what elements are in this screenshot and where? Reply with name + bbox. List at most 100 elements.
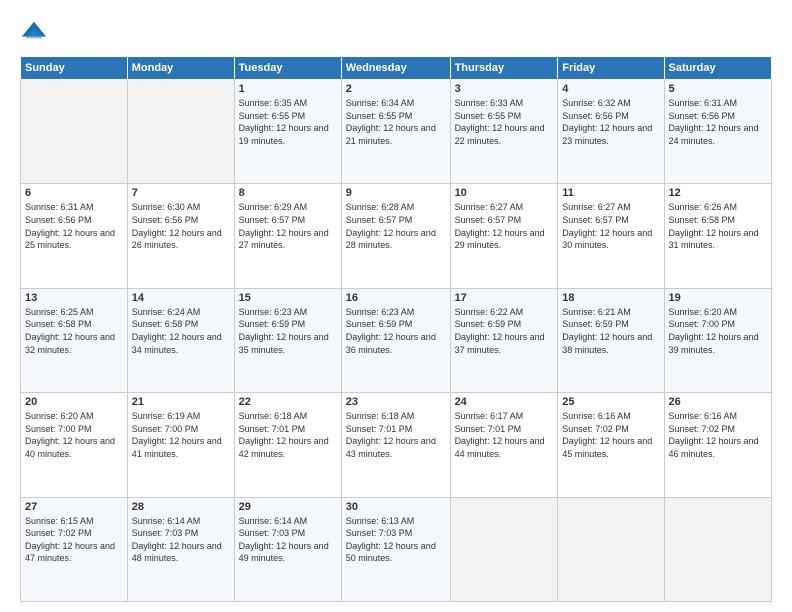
day-number: 13 xyxy=(25,292,123,304)
calendar-cell: 13Sunrise: 6:25 AM Sunset: 6:58 PM Dayli… xyxy=(21,288,128,392)
day-number: 12 xyxy=(669,187,767,199)
day-number: 21 xyxy=(132,396,230,408)
day-info: Sunrise: 6:27 AM Sunset: 6:57 PM Dayligh… xyxy=(455,201,554,251)
day-info: Sunrise: 6:26 AM Sunset: 6:58 PM Dayligh… xyxy=(669,201,767,251)
calendar-cell xyxy=(558,497,664,601)
calendar-cell: 20 Sunrise: 6:20 AM Sunset: 7:00 PM Dayli… xyxy=(21,393,128,497)
calendar-cell: 12 Sunrise: 6:26 AM Sunset: 6:58 PM Dayli… xyxy=(664,184,771,288)
day-number: 29 xyxy=(239,501,337,513)
logo-icon xyxy=(20,18,48,46)
day-info: Sunrise: 6:30 AM Sunset: 6:56 PM Dayligh… xyxy=(132,201,230,251)
day-info: Sunrise: 6:34 AM Sunset: 6:55 PM Dayligh… xyxy=(346,97,446,147)
calendar-cell: 2 Sunrise: 6:34 AM Sunset: 6:55 PM Daylig… xyxy=(341,80,450,184)
day-info: Sunrise: 6:16 AM Sunset: 7:02 PM Dayligh… xyxy=(669,410,767,460)
day-number: 6 xyxy=(25,187,123,199)
calendar-cell: 16 Sunrise: 6:23 AM Sunset: 6:59 PM Dayli… xyxy=(341,288,450,392)
header-cell-monday: Monday xyxy=(127,57,234,80)
header-cell-sunday: Sunday xyxy=(21,57,128,80)
calendar-cell: 30Sunrise: 6:13 AM Sunset: 7:03 PM Dayli… xyxy=(341,497,450,601)
day-number: 5 xyxy=(669,83,767,95)
calendar-cell: 21 Sunrise: 6:19 AM Sunset: 7:00 PM Dayli… xyxy=(127,393,234,497)
calendar-cell: 9 Sunrise: 6:28 AM Sunset: 6:57 PM Daylig… xyxy=(341,184,450,288)
header-cell-friday: Friday xyxy=(558,57,664,80)
day-number: 18 xyxy=(562,292,659,304)
day-info: Sunrise: 6:33 AM Sunset: 6:55 PM Dayligh… xyxy=(455,97,554,147)
day-info: Sunrise: 6:15 AM Sunset: 7:02 PM Dayligh… xyxy=(25,515,123,565)
day-number: 26 xyxy=(669,396,767,408)
header xyxy=(20,18,772,46)
header-cell-tuesday: Tuesday xyxy=(234,57,341,80)
day-number: 4 xyxy=(562,83,659,95)
calendar-cell: 22 Sunrise: 6:18 AM Sunset: 7:01 PM Dayli… xyxy=(234,393,341,497)
page: SundayMondayTuesdayWednesdayThursdayFrid… xyxy=(0,0,792,612)
day-info: Sunrise: 6:29 AM Sunset: 6:57 PM Dayligh… xyxy=(239,201,337,251)
day-info: Sunrise: 6:14 AM Sunset: 7:03 PM Dayligh… xyxy=(239,515,337,565)
day-number: 2 xyxy=(346,83,446,95)
calendar-cell: 26 Sunrise: 6:16 AM Sunset: 7:02 PM Dayli… xyxy=(664,393,771,497)
day-info: Sunrise: 6:31 AM Sunset: 6:56 PM Dayligh… xyxy=(25,201,123,251)
day-info: Sunrise: 6:27 AM Sunset: 6:57 PM Dayligh… xyxy=(562,201,659,251)
day-number: 22 xyxy=(239,396,337,408)
day-info: Sunrise: 6:35 AM Sunset: 6:55 PM Dayligh… xyxy=(239,97,337,147)
day-info: Sunrise: 6:17 AM Sunset: 7:01 PM Dayligh… xyxy=(455,410,554,460)
day-number: 10 xyxy=(455,187,554,199)
day-info: Sunrise: 6:14 AM Sunset: 7:03 PM Dayligh… xyxy=(132,515,230,565)
calendar-cell: 10 Sunrise: 6:27 AM Sunset: 6:57 PM Dayli… xyxy=(450,184,558,288)
calendar-cell: 29 Sunrise: 6:14 AM Sunset: 7:03 PM Dayli… xyxy=(234,497,341,601)
header-row: SundayMondayTuesdayWednesdayThursdayFrid… xyxy=(21,57,772,80)
calendar-cell xyxy=(450,497,558,601)
day-info: Sunrise: 6:28 AM Sunset: 6:57 PM Dayligh… xyxy=(346,201,446,251)
calendar-cell: 27 Sunrise: 6:15 AM Sunset: 7:02 PM Dayli… xyxy=(21,497,128,601)
day-number: 9 xyxy=(346,187,446,199)
calendar-cell: 24Sunrise: 6:17 AM Sunset: 7:01 PM Dayli… xyxy=(450,393,558,497)
calendar-cell: 14Sunrise: 6:24 AM Sunset: 6:58 PM Dayli… xyxy=(127,288,234,392)
header-cell-wednesday: Wednesday xyxy=(341,57,450,80)
calendar-cell: 19 Sunrise: 6:20 AM Sunset: 7:00 PM Dayli… xyxy=(664,288,771,392)
day-info: Sunrise: 6:23 AM Sunset: 6:59 PM Dayligh… xyxy=(239,306,337,356)
week-row-3: 20 Sunrise: 6:20 AM Sunset: 7:00 PM Dayli… xyxy=(21,393,772,497)
day-number: 16 xyxy=(346,292,446,304)
day-number: 11 xyxy=(562,187,659,199)
day-info: Sunrise: 6:20 AM Sunset: 7:00 PM Dayligh… xyxy=(25,410,123,460)
day-number: 8 xyxy=(239,187,337,199)
calendar-cell xyxy=(127,80,234,184)
calendar-cell: 28Sunrise: 6:14 AM Sunset: 7:03 PM Dayli… xyxy=(127,497,234,601)
day-number: 15 xyxy=(239,292,337,304)
week-row-1: 6 Sunrise: 6:31 AM Sunset: 6:56 PM Daylig… xyxy=(21,184,772,288)
day-number: 23 xyxy=(346,396,446,408)
calendar-cell: 23 Sunrise: 6:18 AM Sunset: 7:01 PM Dayli… xyxy=(341,393,450,497)
week-row-0: 1 Sunrise: 6:35 AM Sunset: 6:55 PM Daylig… xyxy=(21,80,772,184)
day-info: Sunrise: 6:13 AM Sunset: 7:03 PM Dayligh… xyxy=(346,515,446,565)
calendar-cell: 17Sunrise: 6:22 AM Sunset: 6:59 PM Dayli… xyxy=(450,288,558,392)
day-info: Sunrise: 6:21 AM Sunset: 6:59 PM Dayligh… xyxy=(562,306,659,356)
day-info: Sunrise: 6:23 AM Sunset: 6:59 PM Dayligh… xyxy=(346,306,446,356)
calendar-cell: 11 Sunrise: 6:27 AM Sunset: 6:57 PM Dayli… xyxy=(558,184,664,288)
calendar-cell: 5 Sunrise: 6:31 AM Sunset: 6:56 PM Daylig… xyxy=(664,80,771,184)
calendar-header: SundayMondayTuesdayWednesdayThursdayFrid… xyxy=(21,57,772,80)
week-row-4: 27 Sunrise: 6:15 AM Sunset: 7:02 PM Dayli… xyxy=(21,497,772,601)
day-number: 1 xyxy=(239,83,337,95)
calendar-cell: 15 Sunrise: 6:23 AM Sunset: 6:59 PM Dayli… xyxy=(234,288,341,392)
calendar-table: SundayMondayTuesdayWednesdayThursdayFrid… xyxy=(20,56,772,602)
calendar-cell xyxy=(21,80,128,184)
day-info: Sunrise: 6:22 AM Sunset: 6:59 PM Dayligh… xyxy=(455,306,554,356)
calendar-cell: 18 Sunrise: 6:21 AM Sunset: 6:59 PM Dayli… xyxy=(558,288,664,392)
day-info: Sunrise: 6:19 AM Sunset: 7:00 PM Dayligh… xyxy=(132,410,230,460)
logo xyxy=(20,18,52,46)
calendar-cell xyxy=(664,497,771,601)
calendar-cell: 7Sunrise: 6:30 AM Sunset: 6:56 PM Daylig… xyxy=(127,184,234,288)
calendar-cell: 1 Sunrise: 6:35 AM Sunset: 6:55 PM Daylig… xyxy=(234,80,341,184)
calendar-cell: 3Sunrise: 6:33 AM Sunset: 6:55 PM Daylig… xyxy=(450,80,558,184)
day-number: 27 xyxy=(25,501,123,513)
day-number: 19 xyxy=(669,292,767,304)
day-number: 20 xyxy=(25,396,123,408)
day-info: Sunrise: 6:18 AM Sunset: 7:01 PM Dayligh… xyxy=(346,410,446,460)
day-info: Sunrise: 6:16 AM Sunset: 7:02 PM Dayligh… xyxy=(562,410,659,460)
day-info: Sunrise: 6:31 AM Sunset: 6:56 PM Dayligh… xyxy=(669,97,767,147)
calendar-cell: 6 Sunrise: 6:31 AM Sunset: 6:56 PM Daylig… xyxy=(21,184,128,288)
day-info: Sunrise: 6:20 AM Sunset: 7:00 PM Dayligh… xyxy=(669,306,767,356)
day-number: 25 xyxy=(562,396,659,408)
day-number: 14 xyxy=(132,292,230,304)
header-cell-saturday: Saturday xyxy=(664,57,771,80)
day-info: Sunrise: 6:18 AM Sunset: 7:01 PM Dayligh… xyxy=(239,410,337,460)
